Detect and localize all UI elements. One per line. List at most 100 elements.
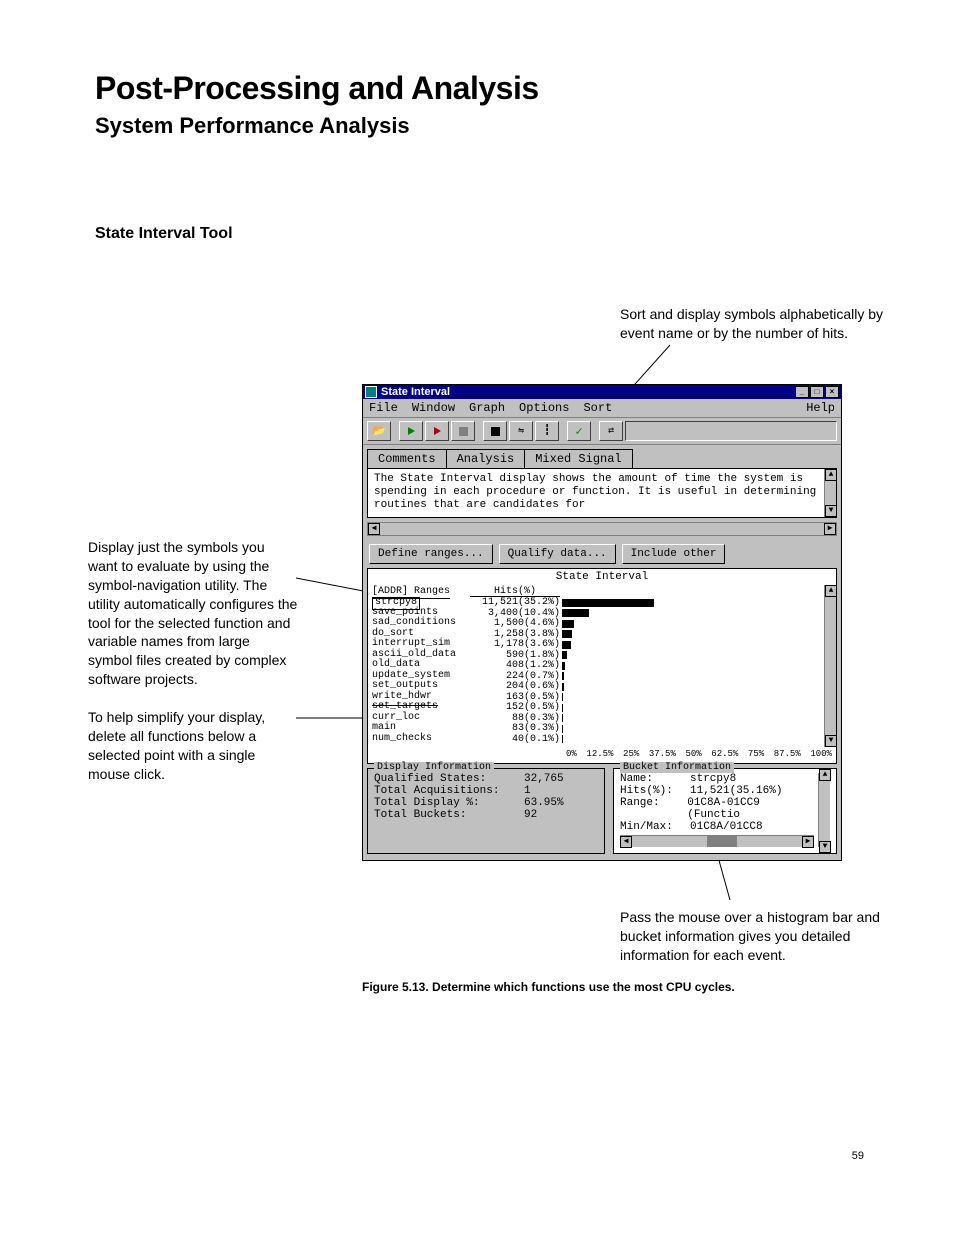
section-heading: State Interval Tool [95, 225, 233, 243]
scroll-right-icon[interactable]: ▶ [824, 523, 836, 535]
x-tick: 75% [748, 749, 764, 759]
hits-value: 204(0.6%) [470, 682, 560, 693]
bucket-v-scrollbar[interactable]: ▲ ▼ [818, 773, 830, 847]
scroll-down-icon[interactable]: ▼ [825, 505, 837, 517]
chart-title: State Interval [368, 569, 836, 585]
total-acquisitions-value: 1 [524, 785, 531, 797]
range-name[interactable]: old_data [372, 660, 464, 671]
toolbar: 📂 ⇋ ┇ ✓ ⇄ [363, 418, 841, 445]
pause-icon[interactable] [451, 421, 475, 441]
scroll-up-icon[interactable]: ▲ [825, 585, 837, 597]
range-name[interactable]: strcpy8 [372, 597, 464, 608]
system-menu-icon[interactable] [365, 386, 377, 398]
total-display-value: 63.95% [524, 797, 564, 809]
menu-sort[interactable]: Sort [583, 401, 612, 415]
range-name[interactable]: interrupt_sim [372, 639, 464, 650]
scroll-up-icon[interactable]: ▲ [819, 769, 831, 781]
scroll-right-icon[interactable]: ▶ [802, 836, 814, 848]
tab-comments[interactable]: Comments [367, 449, 447, 468]
comments-text: The State Interval display shows the amo… [374, 473, 816, 511]
scroll-left-icon[interactable]: ◀ [368, 523, 380, 535]
page-number: 59 [852, 1150, 864, 1162]
bucket-minmax-value: 01C8A/01CC8 [690, 821, 763, 833]
window-title: State Interval [381, 386, 450, 398]
qualify-data-button[interactable]: Qualify data... [499, 544, 616, 564]
range-name[interactable]: sad_conditions [372, 618, 464, 629]
total-display-label: Total Display %: [374, 797, 524, 809]
stop-icon[interactable] [483, 421, 507, 441]
hits-value: 408(1.2%) [470, 661, 560, 672]
include-other-button[interactable]: Include other [622, 544, 726, 564]
scroll-left-icon[interactable]: ◀ [620, 836, 632, 848]
range-name[interactable]: set_targets [372, 702, 464, 713]
histogram-bar[interactable] [562, 599, 654, 607]
scroll-down-icon[interactable]: ▼ [819, 841, 831, 853]
hits-value: 83(0.3%) [470, 724, 560, 735]
histogram-bar[interactable] [562, 714, 563, 722]
scrollbar-thumb[interactable] [707, 836, 737, 847]
hits-value: 11,521(35.2%) [470, 598, 560, 609]
check-icon[interactable]: ✓ [567, 421, 591, 441]
histogram-bar[interactable] [562, 735, 563, 743]
bucket-name-value: strcpy8 [690, 773, 736, 785]
run-icon[interactable] [399, 421, 423, 441]
histogram-bar[interactable] [562, 609, 589, 617]
qualified-states-label: Qualified States: [374, 773, 524, 785]
menu-graph[interactable]: Graph [469, 401, 505, 415]
x-tick: 100% [810, 749, 832, 759]
page-subtitle: System Performance Analysis [95, 113, 539, 139]
maximize-button[interactable]: □ [810, 386, 824, 398]
hits-value: 1,500(4.6%) [470, 619, 560, 630]
histogram-bar[interactable] [562, 704, 563, 712]
histogram-bar[interactable] [562, 725, 563, 733]
histogram-bar[interactable] [562, 672, 564, 680]
define-ranges-button[interactable]: Define ranges... [369, 544, 493, 564]
histogram-bar[interactable] [562, 662, 565, 670]
histogram-bar[interactable] [562, 651, 567, 659]
link-icon[interactable]: ⇋ [509, 421, 533, 441]
histogram-bar[interactable] [562, 693, 563, 701]
ranges-column: [ADDR] Ranges strcpy8save_pointssad_cond… [368, 585, 468, 748]
histogram-bar[interactable] [562, 683, 564, 691]
open-icon[interactable]: 📂 [367, 421, 391, 441]
range-name[interactable]: num_checks [372, 734, 464, 745]
menu-window[interactable]: Window [412, 401, 455, 415]
bucket-hits-value: 11,521(35.16%) [690, 785, 782, 797]
menu-options[interactable]: Options [519, 401, 569, 415]
x-tick: 0% [566, 749, 577, 759]
tab-mixed-signal[interactable]: Mixed Signal [524, 449, 632, 468]
display-information-box: Display Information Qualified States:32,… [367, 768, 605, 854]
menu-help[interactable]: Help [806, 401, 835, 415]
page-title: Post-Processing and Analysis [95, 70, 539, 107]
horizontal-scrollbar[interactable]: ◀ ▶ [367, 522, 837, 536]
annotation-symbol-navigation: Display just the symbols you want to eva… [88, 538, 298, 689]
settings-icon[interactable]: ⇄ [599, 421, 623, 441]
menu-file[interactable]: File [369, 401, 398, 415]
toolbar-field[interactable] [625, 421, 837, 441]
scroll-up-icon[interactable]: ▲ [825, 469, 837, 481]
bucket-hits-label: Hits(%): [620, 785, 690, 797]
minimize-button[interactable]: _ [795, 386, 809, 398]
histogram-bar[interactable] [562, 630, 572, 638]
menubar: File Window Graph Options Sort Help [363, 399, 841, 418]
scroll-down-icon[interactable]: ▼ [825, 735, 837, 747]
bucket-minmax-label: Min/Max: [620, 821, 690, 833]
close-button[interactable]: × [825, 386, 839, 398]
tree-icon[interactable]: ┇ [535, 421, 559, 441]
tab-analysis[interactable]: Analysis [446, 449, 526, 468]
chart-scrollbar[interactable]: ▲ ▼ [824, 585, 836, 748]
comments-scrollbar[interactable]: ▲ ▼ [824, 469, 836, 517]
titlebar[interactable]: State Interval _ □ × [363, 385, 841, 399]
histogram-bar[interactable] [562, 641, 571, 649]
hits-header: Hits(%) [470, 587, 560, 598]
button-row: Define ranges... Qualify data... Include… [363, 540, 841, 568]
bucket-h-scrollbar[interactable]: ◀ ▶ [620, 835, 814, 847]
range-name[interactable]: main [372, 723, 464, 734]
x-tick: 25% [623, 749, 639, 759]
qualified-states-value: 32,765 [524, 773, 564, 785]
range-name[interactable]: set_outputs [372, 681, 464, 692]
run-repeat-icon[interactable] [425, 421, 449, 441]
state-interval-window: State Interval _ □ × File Window Graph O… [362, 384, 842, 861]
annotation-bucket-hover: Pass the mouse over a histogram bar and … [620, 908, 885, 965]
histogram-bar[interactable] [562, 620, 574, 628]
